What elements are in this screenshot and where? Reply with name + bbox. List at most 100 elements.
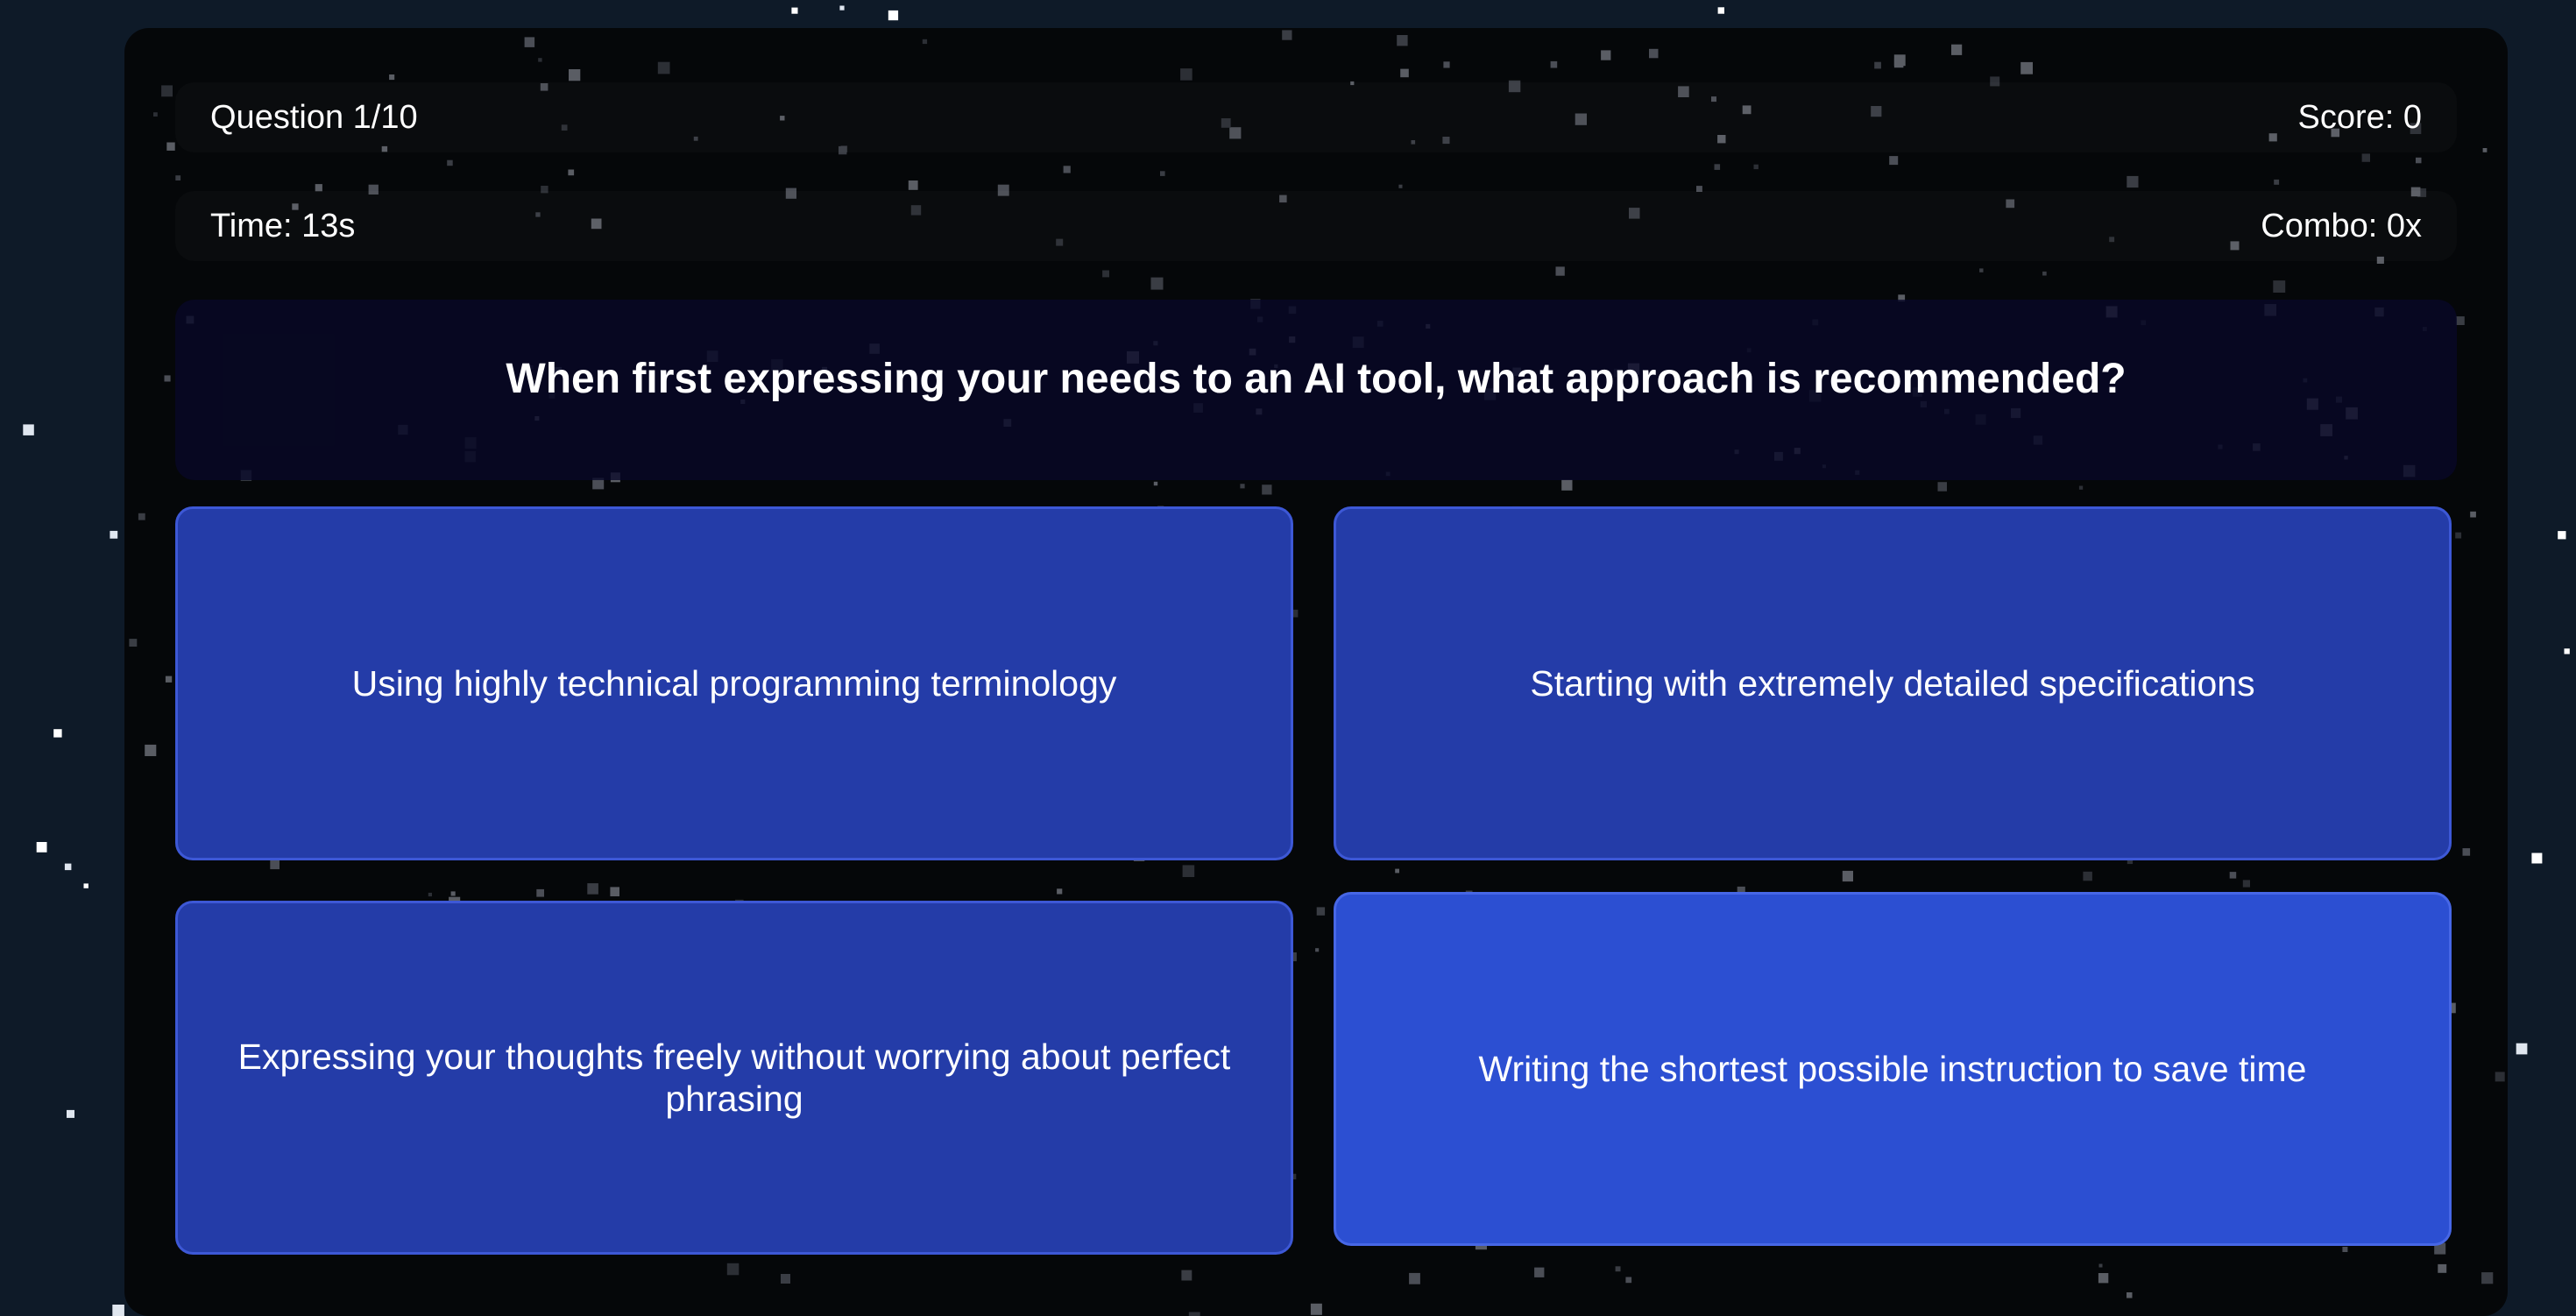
star	[1188, 1312, 1200, 1316]
star	[1398, 184, 1403, 188]
star	[569, 69, 581, 81]
star	[1534, 1267, 1545, 1277]
star	[36, 842, 47, 853]
star	[1889, 156, 1899, 166]
star	[1057, 888, 1063, 895]
timer-display: Time: 13s	[210, 208, 356, 244]
star	[145, 744, 157, 756]
star	[447, 159, 453, 166]
star	[175, 175, 181, 180]
star	[2564, 648, 2570, 654]
star	[110, 530, 118, 539]
star	[1397, 35, 1408, 46]
star	[2455, 532, 2462, 539]
star	[2482, 148, 2488, 152]
star	[1443, 61, 1450, 68]
star	[161, 85, 173, 97]
star	[164, 375, 171, 382]
star	[839, 5, 845, 11]
star	[1102, 270, 1109, 278]
star	[1153, 481, 1158, 486]
star	[1150, 277, 1164, 290]
star	[1180, 68, 1192, 81]
quiz-panel: Question 1/10 Score: 0 Time: 13s Combo: …	[124, 28, 2508, 1316]
star	[1395, 868, 1399, 874]
star	[1649, 48, 1659, 59]
star	[536, 888, 544, 897]
score-display: Score: 0	[2297, 99, 2422, 136]
star	[2273, 280, 2286, 293]
star	[1714, 164, 1721, 170]
question-text: When first expressing your needs to an A…	[506, 355, 2127, 402]
star	[1717, 7, 1724, 14]
answer-button-4[interactable]: Writing the shortest possible instructio…	[1334, 892, 2452, 1246]
combo-display: Combo: 0x	[2261, 208, 2422, 244]
star	[270, 860, 280, 870]
star	[112, 1305, 124, 1316]
star	[166, 142, 175, 151]
star	[165, 676, 173, 683]
answer-button-3[interactable]: Expressing your thoughts freely without …	[175, 901, 1293, 1255]
star	[2462, 848, 2471, 856]
star	[1555, 266, 1565, 276]
star	[83, 883, 88, 888]
star	[1063, 166, 1071, 173]
star	[1937, 482, 1947, 492]
star	[2020, 61, 2033, 74]
star	[1753, 164, 1759, 170]
star	[726, 1263, 740, 1276]
star	[2416, 157, 2422, 164]
star	[1240, 484, 1245, 489]
star	[2531, 853, 2543, 864]
star	[53, 729, 62, 738]
star	[2516, 1043, 2528, 1055]
star	[2558, 531, 2566, 540]
star	[888, 10, 899, 21]
star	[1262, 485, 1272, 495]
star	[1615, 1266, 1621, 1272]
star	[2242, 880, 2250, 888]
star	[2229, 872, 2237, 879]
star	[2042, 271, 2047, 276]
star	[153, 112, 158, 117]
star	[524, 37, 535, 47]
star	[1625, 1277, 1632, 1284]
star	[1400, 68, 1409, 78]
star	[791, 7, 798, 14]
star	[2083, 871, 2092, 881]
star	[2481, 1272, 2494, 1284]
star	[587, 883, 598, 895]
star	[1310, 1303, 1322, 1315]
star	[2127, 175, 2139, 188]
star	[428, 892, 432, 897]
star	[2098, 1263, 2103, 1268]
star	[1601, 50, 1611, 60]
star	[657, 61, 670, 74]
star	[2495, 1072, 2505, 1082]
question-counter: Question 1/10	[210, 99, 418, 136]
star	[538, 58, 542, 62]
star	[2455, 316, 2465, 325]
answer-button-2[interactable]: Starting with extremely detailed specifi…	[1334, 506, 2452, 860]
star	[23, 424, 34, 435]
star	[129, 639, 138, 647]
star	[781, 1274, 790, 1284]
star	[1550, 60, 1558, 68]
star	[2127, 1292, 2133, 1298]
star	[1842, 870, 1853, 882]
star	[568, 169, 575, 176]
star	[908, 180, 918, 190]
star	[67, 1109, 74, 1118]
star	[2470, 511, 2476, 518]
hud-top-bar: Question 1/10 Score: 0	[175, 82, 2457, 152]
star	[2078, 485, 2084, 490]
star	[450, 891, 456, 896]
star	[1874, 61, 1881, 69]
star	[1181, 1270, 1192, 1281]
star	[64, 863, 72, 871]
star	[2274, 179, 2280, 185]
star	[922, 39, 928, 45]
star	[610, 887, 619, 896]
answer-button-1[interactable]: Using highly technical programming termi…	[175, 506, 1293, 860]
star	[1893, 58, 1904, 68]
